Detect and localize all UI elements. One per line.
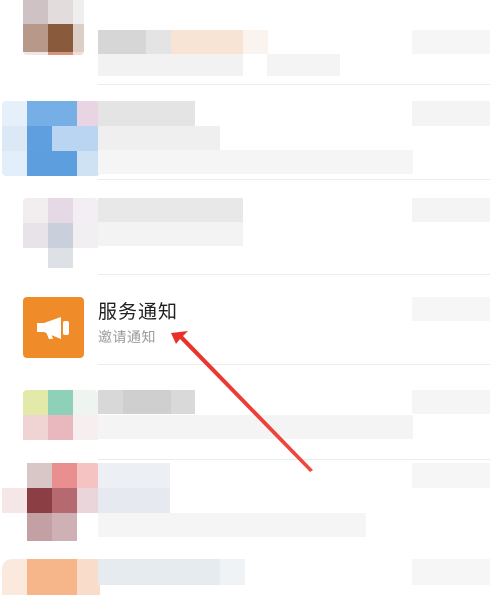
list-item[interactable] xyxy=(0,180,490,275)
list-item[interactable] xyxy=(0,0,490,85)
list-item[interactable] xyxy=(0,555,490,595)
service-notification-item[interactable]: 服务通知 邀请通知 xyxy=(0,275,490,365)
megaphone-icon xyxy=(23,297,84,358)
list-item[interactable] xyxy=(0,85,490,180)
item-title: 服务通知 xyxy=(98,301,179,323)
avatar xyxy=(2,101,100,176)
list-item[interactable] xyxy=(0,365,490,460)
avatar xyxy=(23,0,84,55)
avatar xyxy=(23,198,98,268)
chat-list: 服务通知 邀请通知 xyxy=(0,0,490,595)
avatar xyxy=(2,559,100,595)
item-subtitle: 邀请通知 xyxy=(98,330,156,346)
list-item[interactable] xyxy=(0,460,490,555)
avatar xyxy=(2,463,100,541)
avatar xyxy=(23,390,98,455)
